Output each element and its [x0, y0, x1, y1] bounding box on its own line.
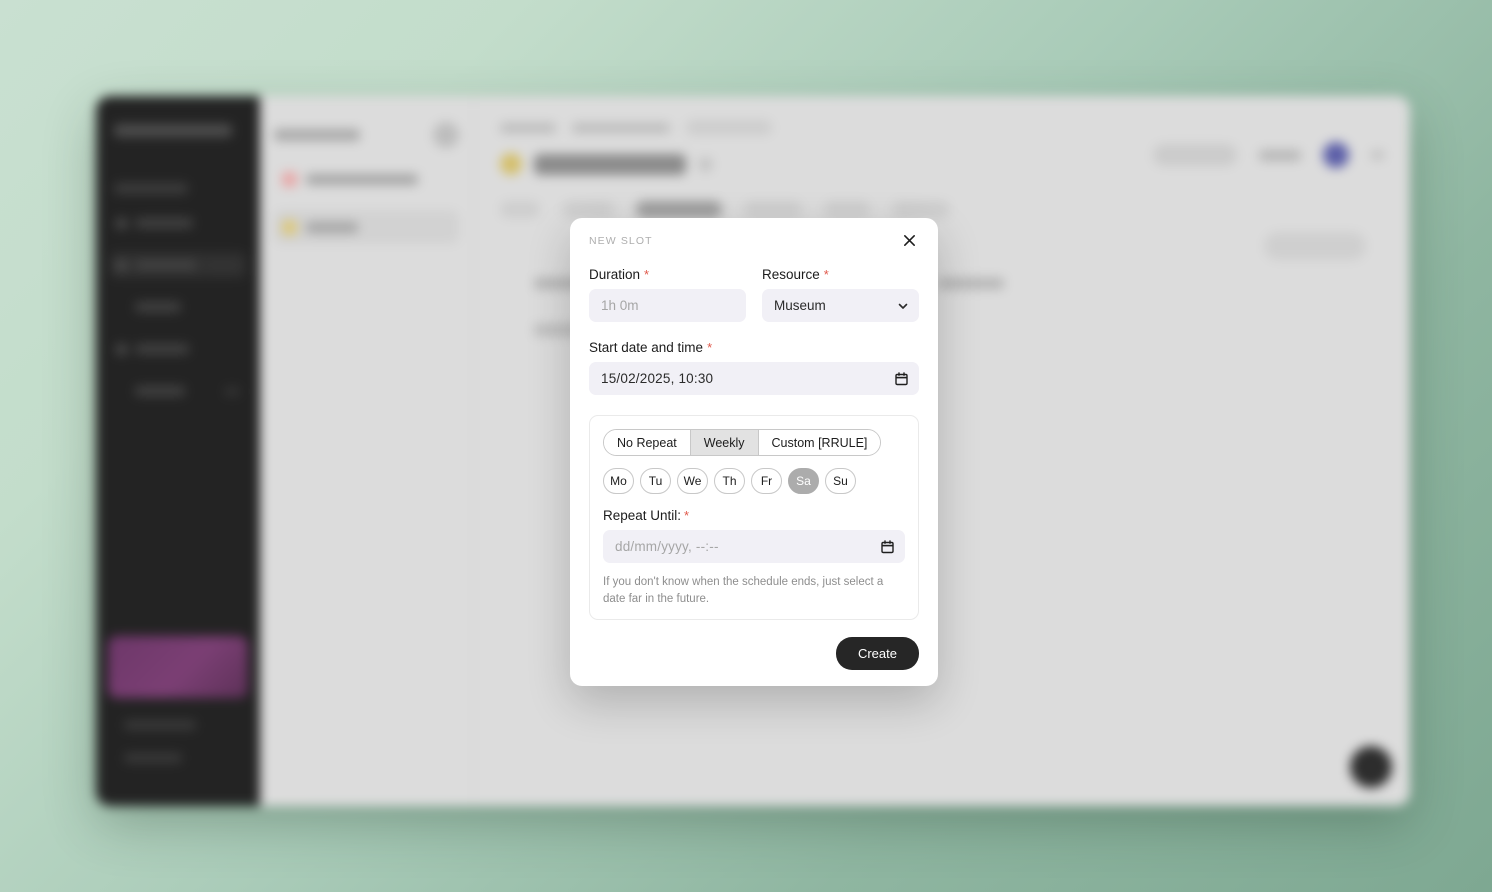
start-datetime-label-text: Start date and time	[589, 340, 704, 355]
list-item-icon	[282, 171, 297, 187]
share-button[interactable]	[1153, 144, 1237, 166]
dialog-header: NEW SLOT	[589, 235, 919, 250]
sidebar	[96, 96, 260, 806]
dialog-eyebrow: NEW SLOT	[589, 235, 653, 247]
sidebar-item-2[interactable]	[110, 252, 246, 278]
page-title-text	[534, 153, 686, 175]
tab-1[interactable]	[500, 201, 540, 218]
sidebar-item-2-icon	[116, 259, 127, 271]
start-datetime-field: Start date and time *	[589, 340, 919, 395]
sidebar-item-1-label	[135, 218, 193, 228]
breadcrumb-item-2[interactable]	[572, 122, 670, 133]
repeat-until-label: Repeat Until: *	[603, 508, 905, 523]
tab-bar	[500, 201, 1384, 218]
start-datetime-input[interactable]	[589, 362, 919, 395]
segment-weekly[interactable]: Weekly	[690, 430, 759, 455]
duration-field: Duration *	[589, 267, 746, 322]
repeat-until-required-mark: *	[684, 508, 690, 523]
dialog-footer: Create	[589, 637, 919, 670]
user-name-label	[1259, 149, 1301, 161]
add-button[interactable]	[1264, 232, 1366, 260]
breadcrumb-item-1[interactable]	[500, 122, 556, 133]
tab-3-active[interactable]	[636, 201, 722, 218]
sidebar-footer-link-2[interactable]	[124, 753, 182, 763]
resource-label: Resource *	[762, 267, 919, 282]
resource-field: Resource * Museum	[762, 267, 919, 322]
create-button[interactable]: Create	[835, 637, 919, 670]
sidebar-item-3-label	[135, 302, 181, 312]
tab-5[interactable]	[824, 201, 870, 218]
sidebar-item-5[interactable]	[110, 378, 246, 404]
sidebar-brand	[114, 124, 232, 137]
weekday-we[interactable]: We	[677, 468, 708, 494]
weekday-mo[interactable]: Mo	[603, 468, 634, 494]
tab-6[interactable]	[892, 201, 950, 218]
weekday-sa[interactable]: Sa	[788, 468, 819, 494]
weekday-fr[interactable]: Fr	[751, 468, 782, 494]
sidebar-item-2-label	[135, 260, 197, 270]
page-title-icon	[500, 153, 522, 175]
segment-no-repeat[interactable]: No Repeat	[604, 430, 691, 455]
sidebar-promo-card[interactable]	[108, 636, 248, 698]
resource-label-text: Resource	[762, 267, 820, 282]
sidebar-item-4[interactable]	[110, 336, 246, 362]
duration-input[interactable]	[589, 289, 746, 322]
close-icon[interactable]	[900, 231, 919, 250]
list-item[interactable]	[274, 210, 459, 244]
tab-4[interactable]	[744, 201, 802, 218]
list-panel-action-button[interactable]	[433, 122, 459, 148]
repeat-until-label-text: Repeat Until:	[603, 508, 682, 523]
breadcrumb	[500, 120, 1384, 135]
sidebar-item-2-badge	[206, 260, 240, 270]
weekday-th[interactable]: Th	[714, 468, 745, 494]
duration-required-mark: *	[644, 267, 650, 282]
duration-resource-row: Duration * Resource * Museum	[589, 267, 919, 322]
weekday-tu[interactable]: Tu	[640, 468, 671, 494]
avatar[interactable]	[1323, 142, 1349, 168]
recurrence-segmented-control: No Repeat Weekly Custom [RRULE]	[603, 429, 882, 456]
list-item-label	[306, 173, 418, 185]
sidebar-footer-link-1[interactable]	[124, 720, 196, 730]
list-item-icon	[282, 219, 297, 235]
duration-label-text: Duration	[589, 267, 641, 282]
page-title-badge	[698, 156, 713, 172]
list-panel	[260, 96, 474, 806]
sidebar-item-5-badge	[224, 386, 240, 396]
chevron-down-icon[interactable]	[1371, 150, 1384, 160]
sidebar-item-3[interactable]	[110, 294, 246, 320]
sidebar-item-4-label	[135, 344, 189, 354]
floating-action-button[interactable]	[1350, 746, 1392, 788]
segment-custom-rrule[interactable]: Custom [RRULE]	[758, 430, 881, 455]
list-panel-filter-dropdown[interactable]	[274, 129, 360, 141]
weekday-selector: Mo Tu We Th Fr Sa Su	[603, 468, 905, 494]
repeat-until-hint: If you don't know when the schedule ends…	[603, 576, 884, 605]
resource-required-mark: *	[823, 267, 829, 282]
sidebar-item-1-icon	[116, 217, 127, 229]
repeat-until-input[interactable]	[603, 530, 905, 563]
duration-label: Duration *	[589, 267, 746, 282]
list-item-label	[306, 221, 358, 233]
sidebar-item-5-label	[135, 386, 185, 396]
recurrence-card: No Repeat Weekly Custom [RRULE] Mo Tu We…	[589, 415, 919, 621]
list-item[interactable]	[274, 162, 459, 196]
sidebar-item-4-icon	[116, 343, 127, 355]
new-slot-dialog: NEW SLOT Duration * Resource * Museum	[570, 218, 938, 686]
repeat-until-field	[603, 530, 905, 563]
tab-2[interactable]	[562, 201, 614, 218]
list-panel-header	[274, 122, 459, 148]
start-datetime-label: Start date and time *	[589, 340, 919, 355]
breadcrumb-item-3[interactable]	[686, 120, 772, 135]
table-column-header-4	[938, 278, 1004, 289]
header-actions	[1153, 142, 1384, 168]
sidebar-item-1[interactable]	[110, 210, 246, 236]
sidebar-section-label	[114, 183, 188, 194]
weekday-su[interactable]: Su	[825, 468, 856, 494]
start-datetime-required-mark: *	[707, 340, 713, 355]
resource-select[interactable]: Museum	[762, 289, 919, 322]
